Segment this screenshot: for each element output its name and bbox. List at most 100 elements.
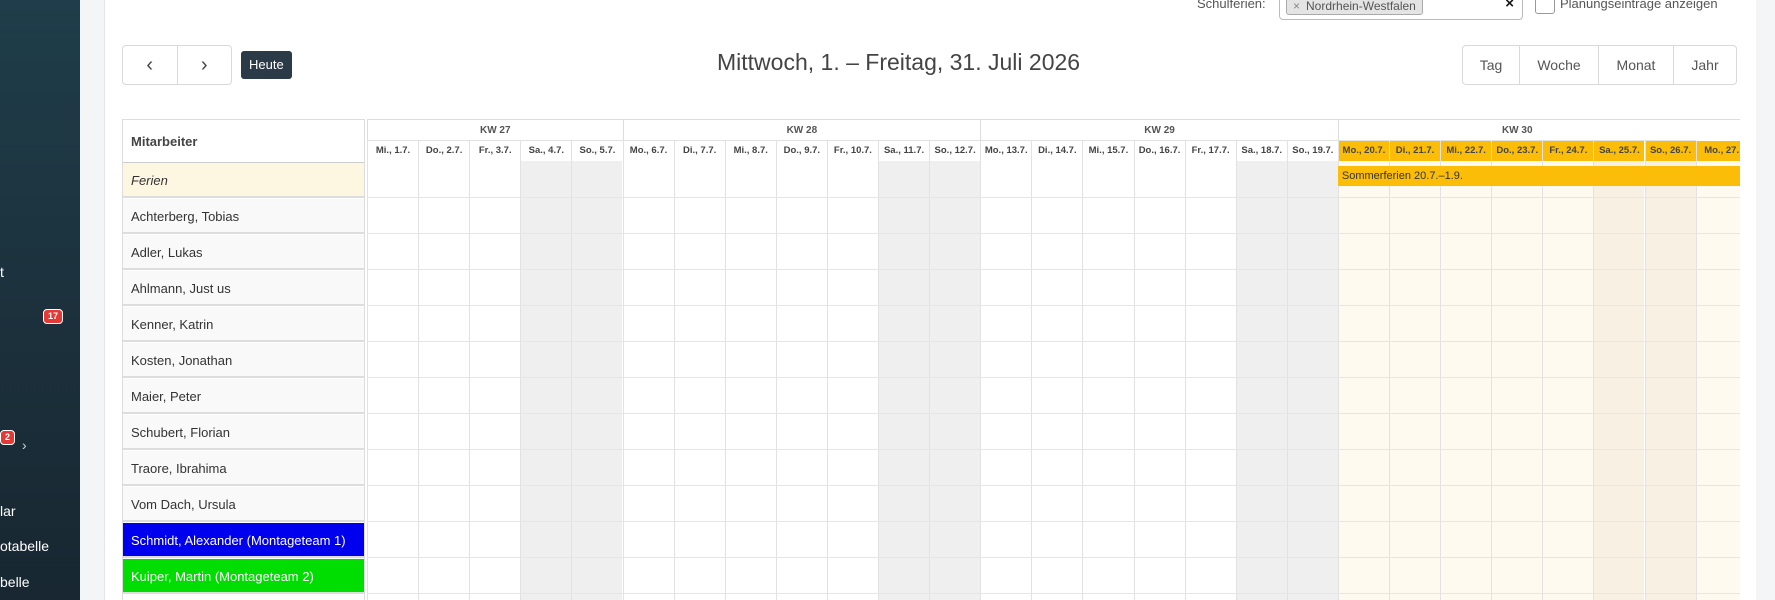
row-divider [367, 413, 1740, 414]
row-divider [367, 341, 1740, 342]
day-column[interactable] [775, 161, 827, 600]
holiday-event[interactable]: Sommerferien 20.7.–1.9. [1337, 166, 1740, 186]
show-planning-label: Planungseinträge anzeigen [1560, 0, 1718, 11]
day-header: Mo., 13.7. [980, 141, 1031, 161]
day-column[interactable] [1593, 161, 1645, 600]
day-column[interactable] [1337, 161, 1389, 600]
employee-row[interactable]: Maier, Peter [123, 379, 364, 414]
day-column[interactable] [1133, 161, 1185, 600]
show-planning-checkbox[interactable] [1535, 0, 1555, 14]
row-divider [367, 233, 1740, 234]
calendar-grid: Mitarbeiter Ferien Achterberg, Tobias Adle… [122, 119, 1740, 600]
row-divider [367, 197, 1740, 198]
day-header: So., 5.7. [571, 141, 622, 161]
employee-row[interactable]: Kuiper, Martin (Montageteam 2) [123, 559, 364, 594]
day-header: Sa., 11.7. [878, 141, 929, 161]
sidebar-item-1[interactable]: lar [0, 503, 16, 519]
view-jahr-button[interactable]: Jahr [1673, 46, 1736, 84]
employee-row[interactable]: Achterberg, Tobias [123, 199, 364, 234]
day-column[interactable] [1235, 161, 1287, 600]
today-button[interactable]: Heute [241, 51, 292, 79]
day-column[interactable] [367, 161, 419, 600]
day-column[interactable] [571, 161, 623, 600]
day-column[interactable] [1184, 161, 1236, 600]
employee-row[interactable]: Traore, Ibrahima [123, 451, 364, 486]
next-button[interactable]: › [176, 46, 232, 84]
employee-column-header: Mitarbeiter [123, 120, 364, 163]
day-column[interactable] [724, 161, 776, 600]
day-column[interactable] [826, 161, 878, 600]
day-column[interactable] [878, 161, 930, 600]
employee-row[interactable]: Vom Dach, Ursula [123, 487, 364, 522]
day-header: Fr., 10.7. [826, 141, 878, 161]
chevron-right-icon[interactable]: › [22, 437, 27, 453]
day-header: Do., 2.7. [418, 141, 469, 161]
day-header: Di., 21.7. [1389, 141, 1441, 161]
day-column[interactable] [980, 161, 1032, 600]
day-column[interactable] [673, 161, 725, 600]
employee-row[interactable]: Kosten, Jonathan [123, 343, 364, 378]
app-sidebar: t lar otabelle belle 17 2 › [0, 0, 80, 600]
day-column[interactable] [929, 161, 981, 600]
employee-column: Mitarbeiter Ferien Achterberg, Tobias Adle… [122, 119, 365, 600]
day-header: Mi., 15.7. [1082, 141, 1133, 161]
week-header: KW 29 [980, 120, 1338, 141]
employee-row[interactable]: Kenner, Katrin [123, 307, 364, 342]
school-holidays-label: Schulferien: [1197, 0, 1266, 11]
day-column[interactable] [1389, 161, 1441, 600]
sidebar-item-0[interactable]: t [0, 264, 4, 280]
day-column[interactable] [1440, 161, 1492, 600]
employee-row[interactable]: Adler, Lukas [123, 235, 364, 270]
sidebar-item-3[interactable]: belle [0, 574, 30, 590]
day-header: Do., 16.7. [1133, 141, 1185, 161]
calendar-cells: Mi., 1.7. Do., 2.7. Fr., 3.7. Sa., 4.7. So.,… [367, 119, 1740, 600]
sidebar-count-badge: 17 [43, 309, 64, 324]
week-header: KW 28 [622, 120, 981, 141]
school-holidays-tag[interactable]: × Nordrhein-Westfalen [1286, 0, 1423, 15]
employee-row[interactable]: Ferien [123, 163, 364, 198]
day-column[interactable] [469, 161, 521, 600]
day-column[interactable] [1644, 161, 1696, 600]
day-header: Fr., 24.7. [1542, 141, 1594, 161]
day-header: Mo., 20.7. [1337, 141, 1389, 161]
day-column[interactable] [1031, 161, 1083, 600]
day-header: So., 19.7. [1286, 141, 1338, 161]
day-header: Di., 7.7. [673, 141, 725, 161]
view-tag-button[interactable]: Tag [1463, 46, 1519, 84]
day-header: Fr., 3.7. [469, 141, 520, 161]
week-header: KW 30 [1337, 120, 1696, 141]
day-header: Do., 9.7. [775, 141, 827, 161]
row-divider [367, 449, 1740, 450]
day-header: Mo., 27. [1695, 141, 1740, 161]
day-header: Di., 14.7. [1031, 141, 1082, 161]
date-nav-group: ‹ › [122, 45, 232, 85]
row-divider [367, 521, 1740, 522]
employee-row[interactable]: Schmidt, Alexander (Montageteam 1) [123, 523, 364, 558]
day-column[interactable] [1491, 161, 1543, 600]
day-header: So., 26.7. [1644, 141, 1696, 161]
sidebar-item-2[interactable]: otabelle [0, 538, 49, 554]
prev-button[interactable]: ‹ [123, 46, 177, 84]
day-header: Fr., 17.7. [1184, 141, 1236, 161]
view-switcher: Tag Woche Monat Jahr [1462, 45, 1737, 85]
view-woche-button[interactable]: Woche [1519, 46, 1598, 84]
clear-select-icon[interactable]: × [1505, 0, 1514, 12]
row-divider [367, 593, 1740, 594]
day-column[interactable] [1082, 161, 1134, 600]
day-header: Mi., 8.7. [724, 141, 776, 161]
school-holidays-select[interactable]: × Nordrhein-Westfalen × [1279, 0, 1523, 20]
day-column[interactable] [418, 161, 470, 600]
day-column[interactable] [622, 161, 674, 600]
day-header: So., 12.7. [929, 141, 980, 161]
day-column[interactable] [520, 161, 572, 600]
day-column[interactable] [1542, 161, 1594, 600]
day-header: Do., 23.7. [1491, 141, 1543, 161]
employee-row[interactable]: Ahlmann, Just us [123, 271, 364, 306]
employee-row[interactable]: Schubert, Florian [123, 415, 364, 450]
day-column[interactable] [1286, 161, 1338, 600]
day-header: Sa., 4.7. [520, 141, 571, 161]
page-title: Mittwoch, 1. – Freitag, 31. Juli 2026 [717, 49, 1081, 75]
day-column[interactable] [1695, 161, 1740, 600]
remove-tag-icon[interactable]: × [1293, 0, 1300, 13]
view-monat-button[interactable]: Monat [1598, 46, 1673, 84]
